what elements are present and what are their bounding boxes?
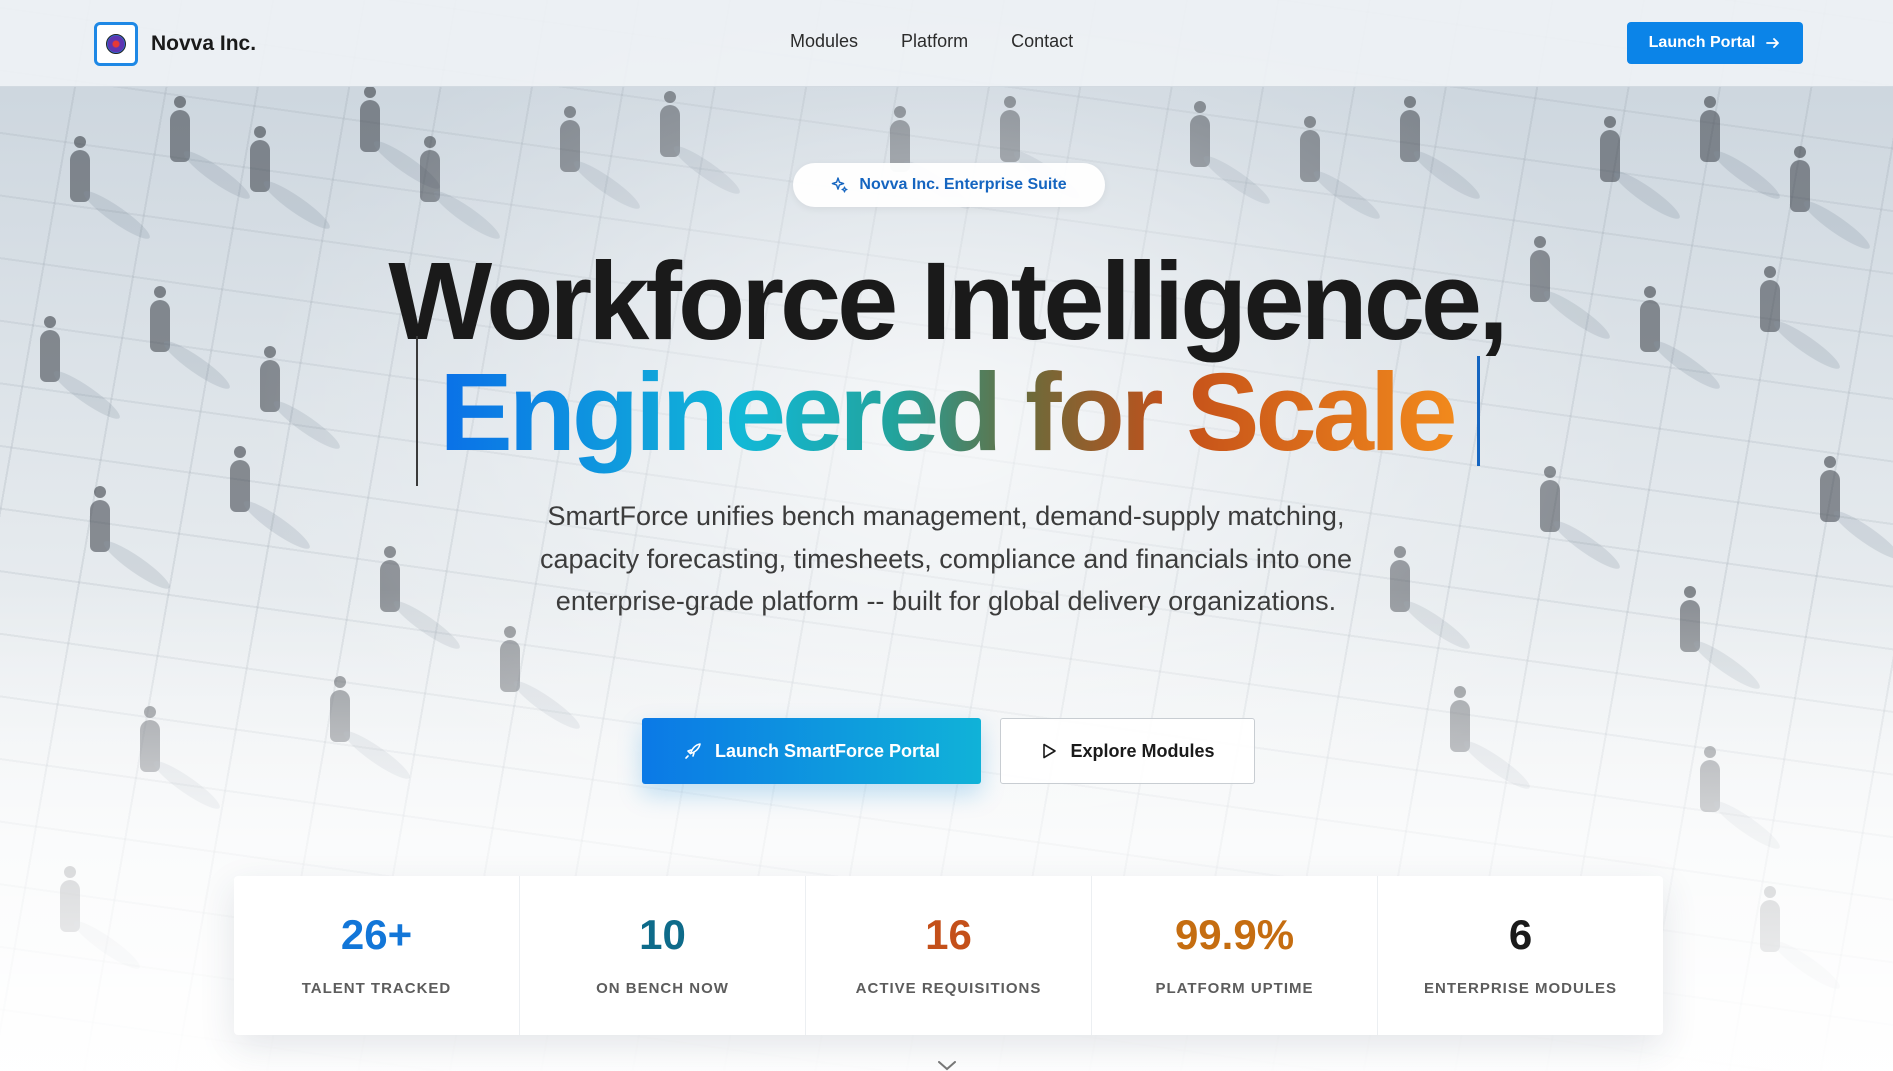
globe-icon	[106, 34, 126, 54]
stat-value: 26+	[340, 911, 413, 958]
main-menu: Modules Platform Contact	[790, 31, 1073, 52]
stat-active-requisitions: 16 ACTIVE REQUISITIONS	[806, 876, 1092, 1035]
nav-link-platform[interactable]: Platform	[901, 31, 968, 52]
brand-logo	[94, 22, 138, 66]
top-navbar: Novva Inc. Modules Platform Contact Laun…	[0, 0, 1893, 87]
stat-enterprise-modules: 6 ENTERPRISE MODULES	[1378, 876, 1663, 1035]
nav-link-modules[interactable]: Modules	[790, 31, 858, 52]
stat-value: 99.9%	[1174, 911, 1295, 958]
stat-platform-uptime: 99.9% PLATFORM UPTIME	[1092, 876, 1378, 1035]
hero-badge-label: Novva Inc. Enterprise Suite	[859, 176, 1067, 193]
nav-link-contact[interactable]: Contact	[1011, 31, 1073, 52]
sparkles-icon	[832, 177, 849, 193]
rocket-icon	[685, 743, 701, 759]
hero-headline-line2: Engineered for Scale	[0, 358, 1893, 468]
hero-badge: Novva Inc. Enterprise Suite	[793, 163, 1105, 207]
hero-headline-gradient-text: Engineered for Scale	[435, 351, 1457, 474]
launch-smartforce-portal-label: Launch SmartForce Portal	[714, 740, 941, 761]
stat-on-bench-now: 10 ON BENCH NOW	[520, 876, 806, 1035]
arrow-right-icon	[1766, 38, 1780, 48]
explore-modules-button[interactable]: Explore Modules	[1000, 718, 1255, 784]
launch-portal-button[interactable]: Launch Portal	[1627, 22, 1803, 64]
stat-talent-tracked: 26+ TALENT TRACKED	[234, 876, 520, 1035]
stat-label: ENTERPRISE MODULES	[1423, 980, 1618, 997]
stat-label: ACTIVE REQUISITIONS	[855, 980, 1042, 997]
stats-panel: 26+ TALENT TRACKED 10 ON BENCH NOW 16 AC…	[234, 876, 1663, 1035]
text-cursor-marker	[416, 336, 418, 486]
typing-caret	[1477, 356, 1480, 466]
stat-label: ON BENCH NOW	[596, 980, 729, 997]
brand[interactable]: Novva Inc.	[94, 22, 256, 66]
stat-label: TALENT TRACKED	[301, 980, 452, 997]
hero-headline-line1: Workforce Intelligence,	[388, 240, 1508, 363]
hero-subtitle: SmartForce unifies bench management, dem…	[540, 501, 1352, 616]
stat-value: 10	[639, 911, 686, 958]
play-icon	[1043, 743, 1057, 759]
chevron-down-icon[interactable]	[938, 1058, 956, 1071]
explore-modules-label: Explore Modules	[1070, 740, 1215, 761]
stat-value: 16	[925, 911, 972, 958]
brand-name: Novva Inc.	[151, 32, 257, 55]
launch-smartforce-portal-button[interactable]: Launch SmartForce Portal	[642, 718, 981, 784]
stat-label: PLATFORM UPTIME	[1155, 980, 1314, 997]
launch-portal-label: Launch Portal	[1648, 34, 1756, 51]
stat-value: 6	[1508, 911, 1533, 958]
